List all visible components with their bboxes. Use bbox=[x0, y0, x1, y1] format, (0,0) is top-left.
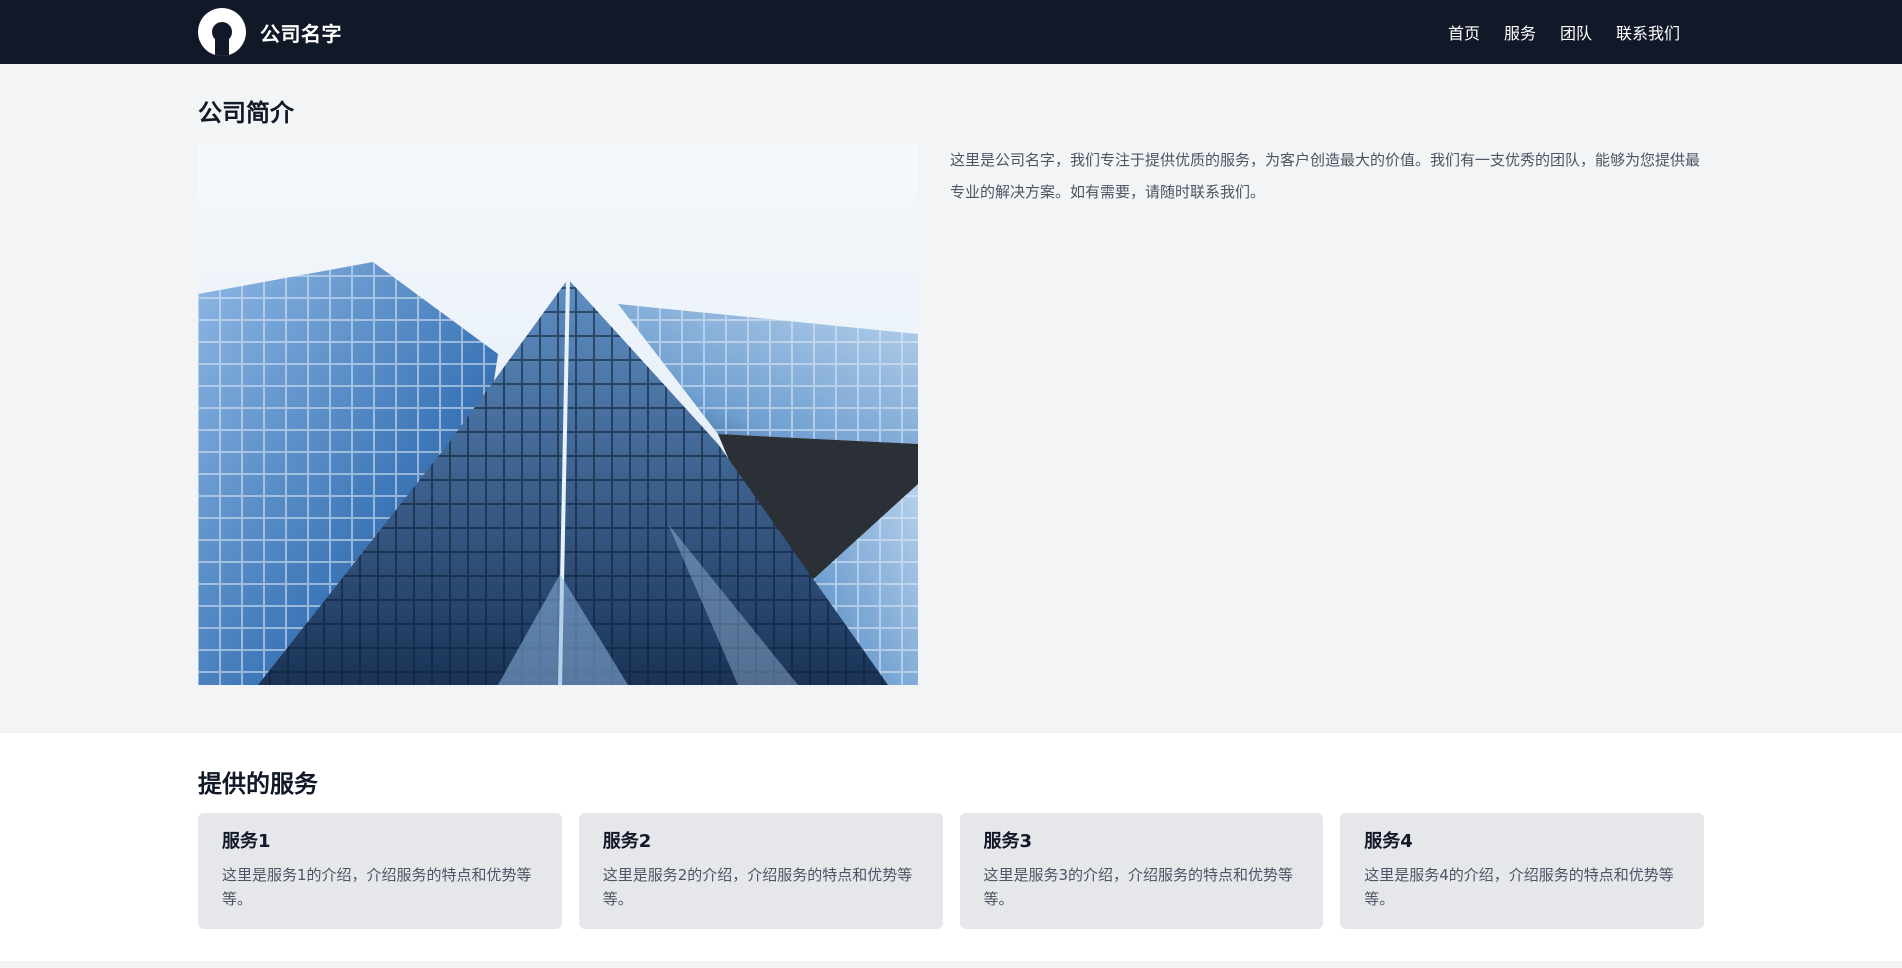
service-cards: 服务1 这里是服务1的介绍，介绍服务的特点和优势等等。 服务2 这里是服务2的介… bbox=[198, 813, 1704, 929]
company-intro-section: 公司简介 这里是公司名字，我们专注于提供优质的服务，为客户创造最大的价值。我们有… bbox=[0, 64, 1902, 733]
nav-link-team[interactable]: 团队 bbox=[1560, 20, 1592, 44]
service-card-title: 服务4 bbox=[1364, 831, 1413, 852]
service-card-desc: 这里是服务1的介绍，介绍服务的特点和优势等等。 bbox=[222, 866, 532, 908]
service-card-desc: 这里是服务2的介绍，介绍服务的特点和优势等等。 bbox=[602, 866, 913, 908]
nav-link-home[interactable]: 首页 bbox=[1448, 20, 1480, 44]
nav-link-contact[interactable]: 联系我们 bbox=[1616, 20, 1680, 44]
service-card-desc: 这里是服务4的介绍，介绍服务的特点和优势等等。 bbox=[1364, 866, 1674, 908]
service-card-3[interactable]: 服务3 这里是服务3的介绍，介绍服务的特点和优势等等。 bbox=[959, 813, 1324, 929]
main-nav: 首页 服务 团队 联系我们 bbox=[1448, 20, 1680, 44]
brand[interactable]: 公司名字 bbox=[198, 8, 342, 56]
intro-title: 公司简介 bbox=[198, 99, 294, 127]
user-avatar-icon bbox=[198, 8, 246, 56]
service-card-title: 服务3 bbox=[983, 831, 1033, 852]
building-hero-image bbox=[198, 144, 918, 685]
service-card-4[interactable]: 服务4 这里是服务4的介绍，介绍服务的特点和优势等等。 bbox=[1340, 813, 1704, 929]
service-card-1[interactable]: 服务1 这里是服务1的介绍，介绍服务的特点和优势等等。 bbox=[198, 813, 562, 929]
service-card-title: 服务2 bbox=[602, 831, 652, 852]
navbar-inner: 公司名字 首页 服务 团队 联系我们 bbox=[198, 0, 1704, 64]
service-card-2[interactable]: 服务2 这里是服务2的介绍，介绍服务的特点和优势等等。 bbox=[578, 813, 943, 929]
service-card-desc: 这里是服务3的介绍，介绍服务的特点和优势等等。 bbox=[983, 866, 1294, 908]
brand-name: 公司名字 bbox=[260, 21, 342, 46]
service-card-title: 服务1 bbox=[222, 831, 271, 852]
top-navbar: 公司名字 首页 服务 团队 联系我们 bbox=[0, 0, 1902, 64]
nav-link-services[interactable]: 服务 bbox=[1504, 20, 1536, 44]
services-section: 提供的服务 服务1 这里是服务1的介绍，介绍服务的特点和优势等等。 服务2 这里… bbox=[0, 733, 1902, 961]
footer-strip bbox=[0, 961, 1902, 968]
intro-row: 这里是公司名字，我们专注于提供优质的服务，为客户创造最大的价值。我们有一支优秀的… bbox=[198, 144, 1704, 685]
services-title: 提供的服务 bbox=[198, 770, 318, 798]
intro-text: 这里是公司名字，我们专注于提供优质的服务，为客户创造最大的价值。我们有一支优秀的… bbox=[950, 151, 1701, 201]
